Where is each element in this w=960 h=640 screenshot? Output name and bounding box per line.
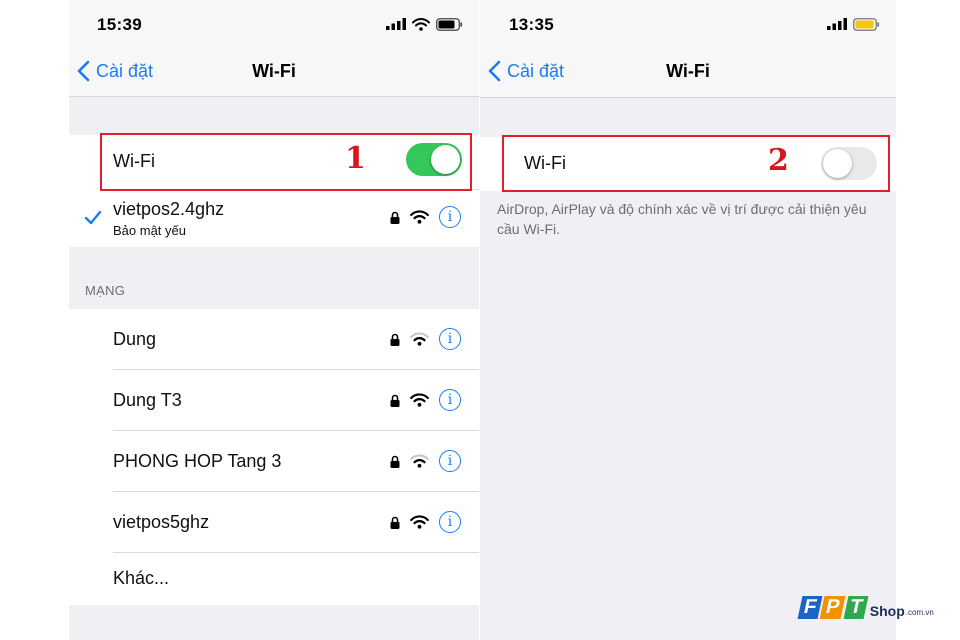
step-marker-2: 2 bbox=[768, 143, 789, 178]
status-time: 15:39 bbox=[97, 15, 142, 34]
connected-network-name: vietpos2.4ghz bbox=[113, 199, 225, 219]
wifi-status-icon bbox=[412, 17, 430, 31]
battery-icon bbox=[436, 17, 463, 31]
logo-domain-text: .com.vn bbox=[905, 608, 934, 617]
wifi-signal-icon bbox=[410, 393, 429, 407]
network-icons: i bbox=[390, 450, 461, 472]
wifi-footnote: AirDrop, AirPlay và độ chính xác về vị t… bbox=[497, 201, 867, 237]
lock-icon bbox=[390, 333, 400, 346]
status-bar: 13:35 bbox=[480, 0, 896, 50]
checkmark-icon bbox=[84, 210, 102, 225]
info-icon[interactable]: i bbox=[439, 328, 461, 350]
network-row[interactable]: vietpos5ghz i bbox=[69, 492, 479, 552]
network-icons: i bbox=[390, 511, 461, 533]
network-name: Dung bbox=[113, 329, 157, 349]
networks-list: Dung i Dung T3 i PHONG HOP Tang 3 i viet… bbox=[69, 309, 479, 605]
status-icons bbox=[827, 16, 880, 32]
lock-icon bbox=[390, 211, 400, 224]
network-name: Dung T3 bbox=[113, 390, 182, 410]
logo-shop-text: Shop bbox=[869, 603, 905, 619]
cellular-signal-icon bbox=[827, 18, 847, 30]
right-phone-screen: 13:35 Cài đặt Wi-Fi Wi-Fi 2 AirDrop, Air… bbox=[480, 0, 896, 640]
network-row[interactable]: Dung i bbox=[69, 309, 479, 369]
network-row[interactable]: Dung T3 i bbox=[69, 370, 479, 430]
network-icons: i bbox=[390, 206, 461, 228]
other-network-label: Khác... bbox=[113, 568, 170, 588]
logo-letter-t: T bbox=[843, 596, 869, 619]
logo-letter-p: P bbox=[819, 596, 847, 619]
network-row[interactable]: PHONG HOP Tang 3 i bbox=[69, 431, 479, 491]
info-icon[interactable]: i bbox=[439, 206, 461, 228]
page-title: Wi-Fi bbox=[252, 61, 296, 81]
page-title: Wi-Fi bbox=[666, 61, 710, 81]
navigation-bar: Cài đặt Wi-Fi bbox=[69, 50, 479, 97]
logo-letter-f: F bbox=[797, 596, 823, 619]
other-network-row[interactable]: Khác... bbox=[69, 553, 479, 605]
wifi-signal-icon bbox=[410, 454, 429, 468]
network-icons: i bbox=[390, 389, 461, 411]
highlight-box-2 bbox=[502, 135, 890, 192]
lock-icon bbox=[390, 516, 400, 529]
networks-section-header: MẠNG bbox=[85, 283, 126, 298]
wifi-signal-icon bbox=[410, 210, 429, 224]
info-icon[interactable]: i bbox=[439, 511, 461, 533]
left-phone-screen: 15:39 Cài đặt Wi-Fi Wi-Fi vietpos2.4ghz … bbox=[69, 0, 479, 640]
status-icons bbox=[386, 16, 463, 32]
lock-icon bbox=[390, 455, 400, 468]
wifi-signal-icon bbox=[410, 515, 429, 529]
connected-network-row[interactable]: vietpos2.4ghz Bảo mật yếu i bbox=[69, 190, 479, 247]
network-name: vietpos5ghz bbox=[113, 512, 210, 532]
info-icon[interactable]: i bbox=[439, 450, 461, 472]
status-bar: 15:39 bbox=[69, 0, 479, 50]
step-marker-1: 1 bbox=[345, 141, 366, 176]
status-time: 13:35 bbox=[509, 15, 554, 34]
cellular-signal-icon bbox=[386, 18, 406, 30]
fpt-shop-logo: F P T Shop .com.vn bbox=[797, 596, 934, 619]
info-icon[interactable]: i bbox=[439, 389, 461, 411]
battery-icon bbox=[853, 17, 880, 31]
network-name: PHONG HOP Tang 3 bbox=[113, 451, 282, 471]
highlight-box-1 bbox=[100, 133, 472, 191]
lock-icon bbox=[390, 394, 400, 407]
network-icons: i bbox=[390, 328, 461, 350]
wifi-signal-icon bbox=[410, 332, 429, 346]
navigation-bar: Cài đặt Wi-Fi bbox=[480, 50, 896, 98]
connected-network-security: Bảo mật yếu bbox=[113, 223, 186, 238]
